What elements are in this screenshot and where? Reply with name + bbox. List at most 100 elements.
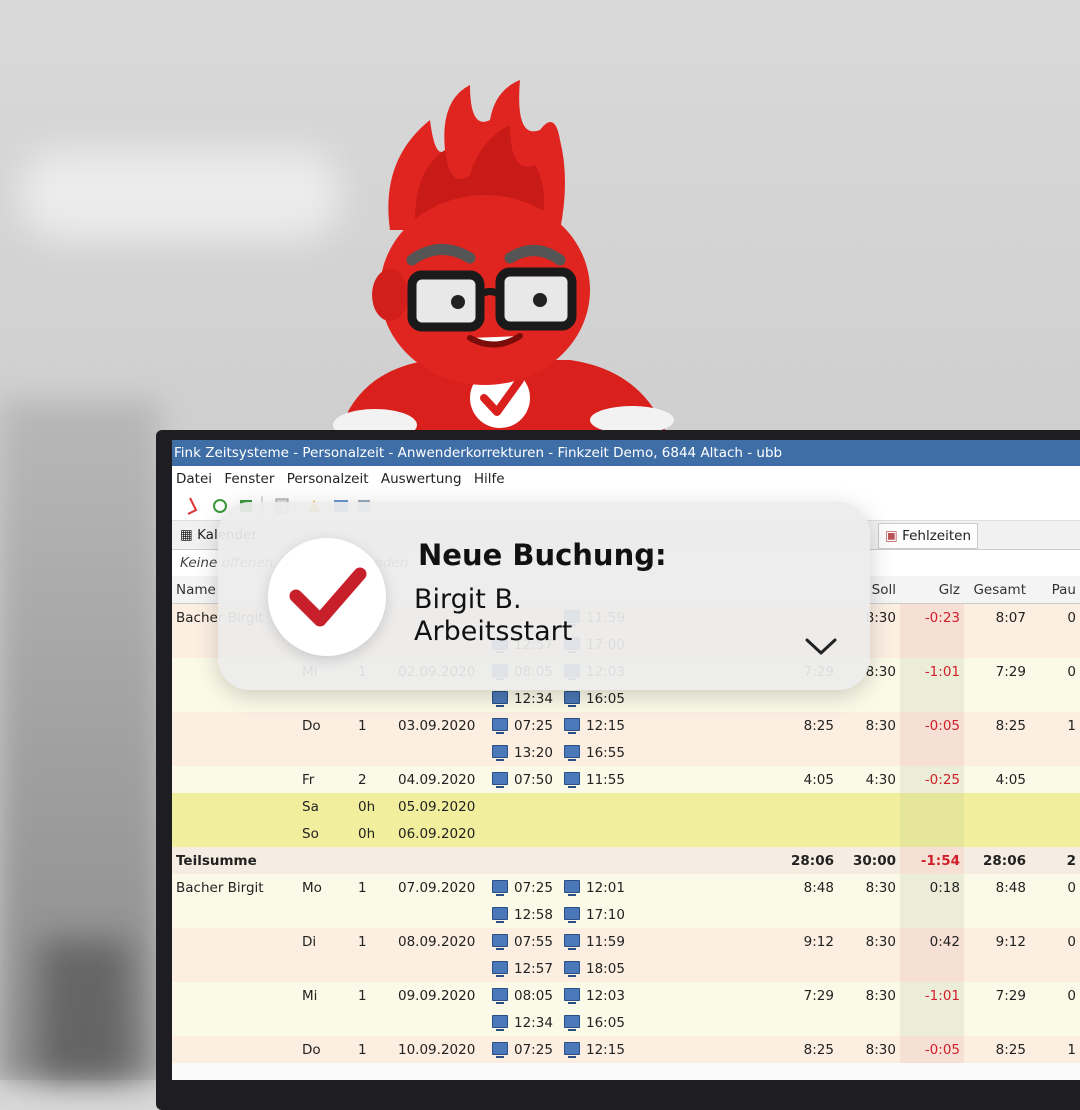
cell-ist: 28:06 (778, 847, 838, 874)
cell-n: 1 (354, 874, 394, 901)
pause-value: 1 (1067, 1041, 1076, 1058)
table-row[interactable]: Bacher Birgit Mo 1 07.09.2020 07:25 12:01 8:48… (172, 874, 1080, 901)
table-row[interactable]: 12:57 18:05 (172, 955, 1080, 982)
table-row[interactable]: 12:58 17:10 (172, 901, 1080, 928)
cell-gesamt: 8:07 (964, 603, 1030, 631)
day-value: Fr (302, 771, 315, 788)
out-value: 16:05 (586, 690, 625, 707)
cell-spacer (632, 1009, 778, 1036)
terminal-icon (492, 934, 508, 950)
cell-gesamt: 7:29 (964, 658, 1030, 685)
tab-fehlzeiten[interactable]: ▣ Fehlzeiten (878, 523, 978, 549)
cell-date: 08.09.2020 (394, 928, 488, 955)
cell-day: Mi (298, 982, 354, 1009)
gesamt-value: 4:05 (995, 771, 1026, 788)
cell-n (354, 847, 394, 874)
cell-gesamt (964, 685, 1030, 712)
table-row[interactable]: Di 1 08.09.2020 07:55 11:59 9:12 8:30 0:42 9:12 0 (172, 928, 1080, 955)
cell-date: 06.09.2020 (394, 820, 488, 847)
table-row[interactable]: So 0h 06.09.2020 (172, 820, 1080, 847)
col-glz[interactable]: Glz (900, 576, 964, 604)
background-blur (20, 150, 340, 240)
table-row[interactable]: Sa 0h 05.09.2020 (172, 793, 1080, 820)
out-value: 16:55 (586, 744, 625, 761)
gesamt-value: 8:07 (995, 609, 1026, 626)
cell-n: 1 (354, 712, 394, 739)
cell-date: 04.09.2020 (394, 766, 488, 793)
table-row[interactable]: 12:34 16:05 (172, 1009, 1080, 1036)
cell-in: 08:05 (488, 982, 560, 1009)
terminal-icon (564, 934, 580, 950)
menu-hilfe[interactable]: Hilfe (474, 471, 505, 487)
cell-n: 0h (354, 820, 394, 847)
terminal-icon (564, 988, 580, 1004)
date-value: 10.09.2020 (398, 1041, 476, 1058)
terminal-icon (564, 772, 580, 788)
in-value: 12:34 (514, 1014, 553, 1031)
cell-glz (900, 1009, 964, 1036)
cell-soll: 8:30 (838, 982, 900, 1009)
notification-icon (268, 538, 386, 656)
cell-glz: -0:25 (900, 766, 964, 793)
cell-name (172, 1009, 298, 1036)
terminal-icon (564, 718, 580, 734)
cell-n (354, 1009, 394, 1036)
table-row[interactable]: Mi 1 09.09.2020 08:05 12:03 7:29 8:30 -1:01 7:29… (172, 982, 1080, 1009)
out-value: 17:10 (586, 906, 625, 923)
cell-date (394, 1009, 488, 1036)
cell-gesamt: 7:29 (964, 982, 1030, 1009)
soll-value: 4:30 (865, 771, 896, 788)
date-value: 09.09.2020 (398, 987, 476, 1004)
in-value: 07:25 (514, 879, 553, 896)
cell-pause (1030, 793, 1080, 820)
in-value: 12:58 (514, 906, 553, 923)
col-pause[interactable]: Pau (1030, 576, 1080, 604)
cell-ist (778, 901, 838, 928)
col-gesamt[interactable]: Gesamt (964, 576, 1030, 604)
cell-out: 11:55 (560, 766, 632, 793)
menu-fenster[interactable]: Fenster (224, 471, 274, 487)
table-row[interactable]: Do 1 10.09.2020 07:25 12:15 8:25 8:30 -0:05 8:25… (172, 1036, 1080, 1063)
cell-glz (900, 685, 964, 712)
ist-value: 8:25 (803, 717, 834, 734)
cell-n (354, 901, 394, 928)
cell-spacer (632, 901, 778, 928)
table-row[interactable]: Do 1 03.09.2020 07:25 12:15 8:25 8:30 -0:05 8:25… (172, 712, 1080, 739)
window-title: Fink Zeitsysteme - Personalzeit - Anwend… (172, 440, 1080, 466)
cell-gesamt: 4:05 (964, 766, 1030, 793)
n-value: 0h (358, 825, 376, 842)
cell-pause (1030, 739, 1080, 766)
table-row[interactable]: Fr 2 04.09.2020 07:50 11:55 4:05 4:30 -0:25 4:05 (172, 766, 1080, 793)
subtotal-row[interactable]: Teilsumme 28:06 30:00 -1:54 28:06 2 (172, 847, 1080, 874)
glz-value: 0:18 (929, 879, 960, 896)
cell-pause: 0 (1030, 874, 1080, 901)
cell-day: Do (298, 712, 354, 739)
cell-out: 16:05 (560, 1009, 632, 1036)
cell-day: Di (298, 928, 354, 955)
terminal-icon (492, 691, 508, 707)
menu-datei[interactable]: Datei (176, 471, 212, 487)
terminal-icon (492, 1042, 508, 1058)
cell-gesamt: 8:25 (964, 712, 1030, 739)
cell-spacer (632, 955, 778, 982)
cell-in: 07:50 (488, 766, 560, 793)
cell-name (172, 928, 298, 955)
terminal-icon (564, 880, 580, 896)
notification-toast[interactable]: Neue Buchung: Birgit B. Arbeitsstart (218, 502, 870, 690)
terminal-icon (492, 880, 508, 896)
cell-pause: 0 (1030, 928, 1080, 955)
cell-date (394, 739, 488, 766)
in-value: 07:50 (514, 771, 553, 788)
cell-date: 05.09.2020 (394, 793, 488, 820)
cell-in: 12:58 (488, 901, 560, 928)
soll-value: 8:30 (865, 933, 896, 950)
chevron-down-icon[interactable] (804, 636, 838, 656)
cell-day: Do (298, 1036, 354, 1063)
menu-auswertung[interactable]: Auswertung (381, 471, 462, 487)
cell-soll: 8:30 (838, 1036, 900, 1063)
table-row[interactable]: 13:20 16:55 (172, 739, 1080, 766)
cell-pause: 0 (1030, 603, 1080, 631)
cell-soll (838, 820, 900, 847)
menu-personalzeit[interactable]: Personalzeit (287, 471, 369, 487)
cell-glz: -1:01 (900, 982, 964, 1009)
